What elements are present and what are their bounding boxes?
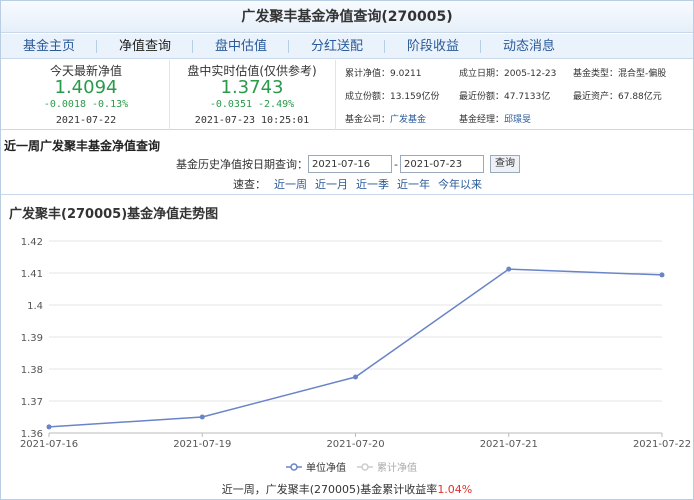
section-title: 近一周广发聚丰基金净值查询 xyxy=(4,139,161,153)
realtime-estimate-time: 2021-07-23 10:25:01 xyxy=(194,115,310,126)
recent-assets-info: 最近资产：67.88亿元 xyxy=(573,89,662,102)
fund-type-info: 基金类型：混合型-偏股 xyxy=(573,66,666,79)
nav-tabs: 基金主页 净值查询 盘中估值 分红送配 阶段收益 动态消息 xyxy=(1,34,693,59)
quick-links-label: 速查： xyxy=(233,178,266,191)
data-point xyxy=(46,424,52,430)
cum-nav-value: 9.0211 xyxy=(390,69,422,79)
date-separator: - xyxy=(394,157,398,171)
y-tick-label: 1.38 xyxy=(21,365,43,376)
y-tick-label: 1.39 xyxy=(21,333,43,344)
date-query-form: 基金历史净值按日期查询： - 查询 xyxy=(176,155,520,173)
data-point xyxy=(506,266,512,272)
quick-link-year[interactable]: 近一年 xyxy=(397,178,430,191)
company-info: 基金公司：广发基金 xyxy=(345,112,426,125)
found-date-value: 2005-12-23 xyxy=(504,69,557,79)
x-tick-label: 2021-07-21 xyxy=(480,439,538,450)
legend-unit-nav-label: 单位净值 xyxy=(306,461,346,474)
recent-shares-value: 47.7133亿 xyxy=(504,92,551,102)
x-tick-label: 2021-07-19 xyxy=(173,439,231,450)
found-shares-info: 成立份额：13.159亿份 xyxy=(345,89,440,102)
today-nav-value: 1.4094 xyxy=(54,77,118,98)
divider xyxy=(335,60,336,130)
data-point xyxy=(353,374,358,380)
cum-nav-info: 累计净值：9.0211 xyxy=(345,66,422,79)
end-date-input[interactable] xyxy=(399,155,484,173)
x-tick-label: 2021-07-22 xyxy=(633,439,691,450)
quick-link-month[interactable]: 近一月 xyxy=(315,178,348,191)
y-tick-label: 1.4 xyxy=(27,301,43,312)
x-tick-label: 2021-07-20 xyxy=(326,439,384,450)
legend-cum-nav-label: 累计净值 xyxy=(377,461,417,474)
divider xyxy=(169,60,170,130)
today-nav-change: -0.0018 -0.13% xyxy=(43,99,129,110)
query-button[interactable]: 查询 xyxy=(489,155,520,173)
cumulative-return-label: 近一周，广发聚丰(270005)基金累计收益率 xyxy=(221,483,438,496)
quick-link-ytd[interactable]: 今年以来 xyxy=(438,178,482,191)
tab-fund-home[interactable]: 基金主页 xyxy=(1,34,97,59)
tab-nav-query[interactable]: 净值查询 xyxy=(97,34,193,59)
y-tick-label: 1.41 xyxy=(21,269,43,280)
recent-shares-label: 最近份额： xyxy=(459,92,505,102)
stats-panel: 今天最新净值 1.4094 -0.0018 -0.13% 2021-07-22 … xyxy=(1,60,693,130)
data-point xyxy=(199,414,205,420)
cumulative-return-text: 近一周，广发聚丰(270005)基金累计收益率1.04% xyxy=(1,481,693,497)
tab-dividends[interactable]: 分红送配 xyxy=(289,34,385,59)
tab-intraday-estimate[interactable]: 盘中估值 xyxy=(193,34,289,59)
today-nav-date: 2021-07-22 xyxy=(55,115,117,126)
legend-unit-nav-marker xyxy=(290,463,298,471)
today-nav-box: 今天最新净值 1.4094 -0.0018 -0.13% 2021-07-22 xyxy=(5,60,167,130)
recent-assets-label: 最近资产： xyxy=(573,92,619,102)
quick-link-week[interactable]: 近一周 xyxy=(274,178,307,191)
quick-links: 速查： 近一周 近一月 近一季 近一年 今年以来 xyxy=(233,176,482,192)
legend-cum-nav-marker xyxy=(361,463,369,471)
nav-chart: 广发聚丰(270005)基金净值走势图 1.42 1.41 1.4 1.39 1.38 1… xyxy=(1,194,693,499)
tab-period-returns[interactable]: 阶段收益 xyxy=(385,34,481,59)
found-shares-label: 成立份额： xyxy=(345,92,391,102)
manager-info: 基金经理：邱璟旻 xyxy=(459,112,531,125)
company-label: 基金公司： xyxy=(345,115,391,125)
x-tick-label: 2021-07-16 xyxy=(20,439,78,450)
quick-link-quarter[interactable]: 近一季 xyxy=(356,178,389,191)
company-link[interactable]: 广发基金 xyxy=(390,115,426,125)
query-label: 基金历史净值按日期查询： xyxy=(176,158,308,171)
series-line-unit-nav xyxy=(48,268,663,428)
found-shares-value: 13.159亿份 xyxy=(390,92,440,102)
y-tick-label: 1.42 xyxy=(21,237,43,248)
cumulative-return-value: 1.04% xyxy=(437,483,473,496)
chart-svg: 1.421.411.41.391.381.371.362021-07-16 202… xyxy=(20,237,691,474)
y-tick-label: 1.37 xyxy=(21,397,43,408)
realtime-estimate-value: 1.3743 xyxy=(220,77,284,98)
fund-type-label: 基金类型： xyxy=(573,69,619,79)
recent-shares-info: 最近份额：47.7133亿 xyxy=(459,89,550,102)
recent-assets-value: 67.88亿元 xyxy=(618,92,662,102)
found-date-label: 成立日期： xyxy=(459,69,505,79)
manager-link[interactable]: 邱璟旻 xyxy=(504,115,531,125)
tab-news[interactable]: 动态消息 xyxy=(481,34,577,59)
realtime-estimate-box: 盘中实时估值(仅供参考) 1.3743 -0.0351 -2.49% 2021-… xyxy=(171,60,333,130)
found-date-info: 成立日期：2005-12-23 xyxy=(459,66,556,79)
start-date-input[interactable] xyxy=(308,155,392,173)
data-point xyxy=(659,272,665,278)
realtime-estimate-change: -0.0351 -2.49% xyxy=(209,99,295,110)
manager-label: 基金经理： xyxy=(459,115,505,125)
page-title: 广发聚丰基金净值查询(270005) xyxy=(1,1,693,33)
cum-nav-label: 累计净值： xyxy=(345,69,391,79)
fund-type-value: 混合型-偏股 xyxy=(618,69,667,79)
